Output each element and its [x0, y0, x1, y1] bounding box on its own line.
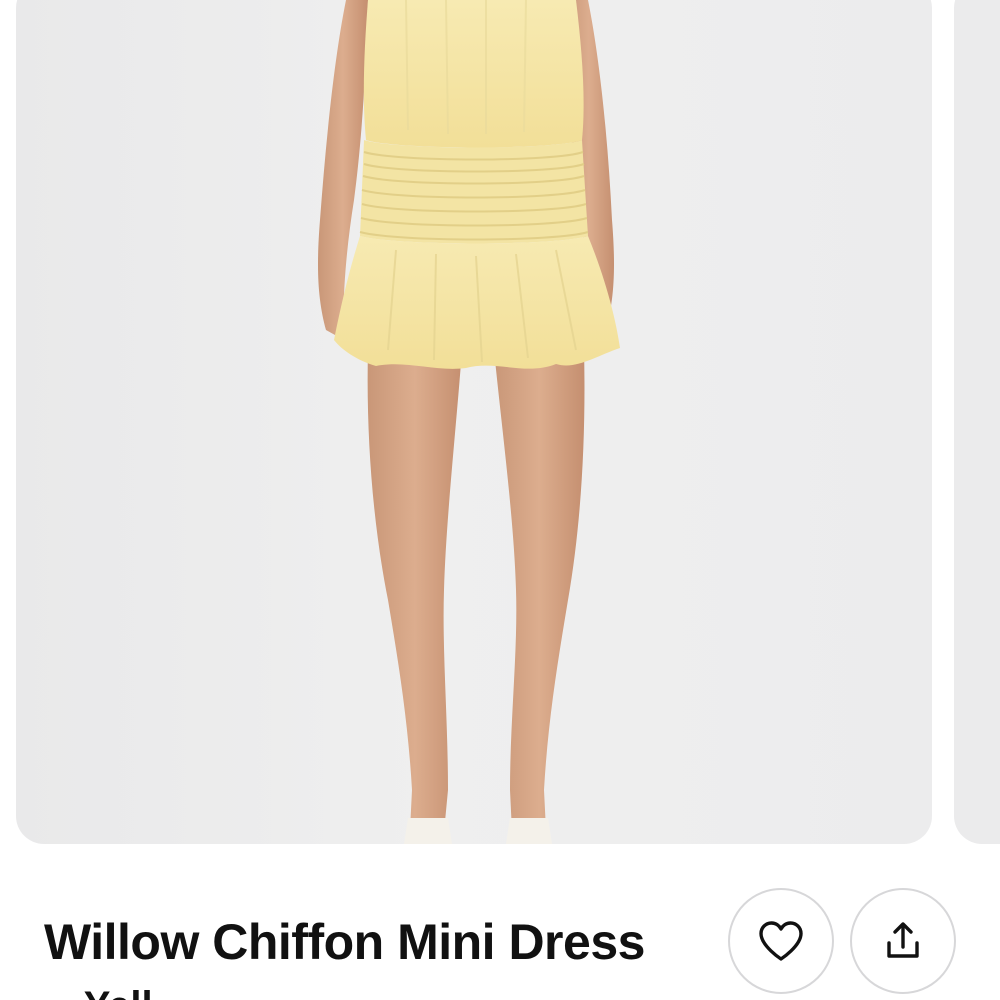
share-button[interactable] [850, 888, 956, 994]
product-subtitle: · Yell [60, 986, 153, 1000]
favorite-button[interactable] [728, 888, 834, 994]
product-image[interactable] [16, 0, 932, 844]
heart-icon [758, 920, 804, 962]
product-image-carousel[interactable] [0, 0, 1000, 850]
product-detail-screen: Willow Chiffon Mini Dress · Yell [0, 0, 1000, 1000]
share-icon [883, 921, 923, 961]
product-title: Willow Chiffon Mini Dress [44, 914, 645, 970]
next-product-image-peek[interactable] [954, 0, 1000, 844]
dress-photo [318, 0, 620, 844]
